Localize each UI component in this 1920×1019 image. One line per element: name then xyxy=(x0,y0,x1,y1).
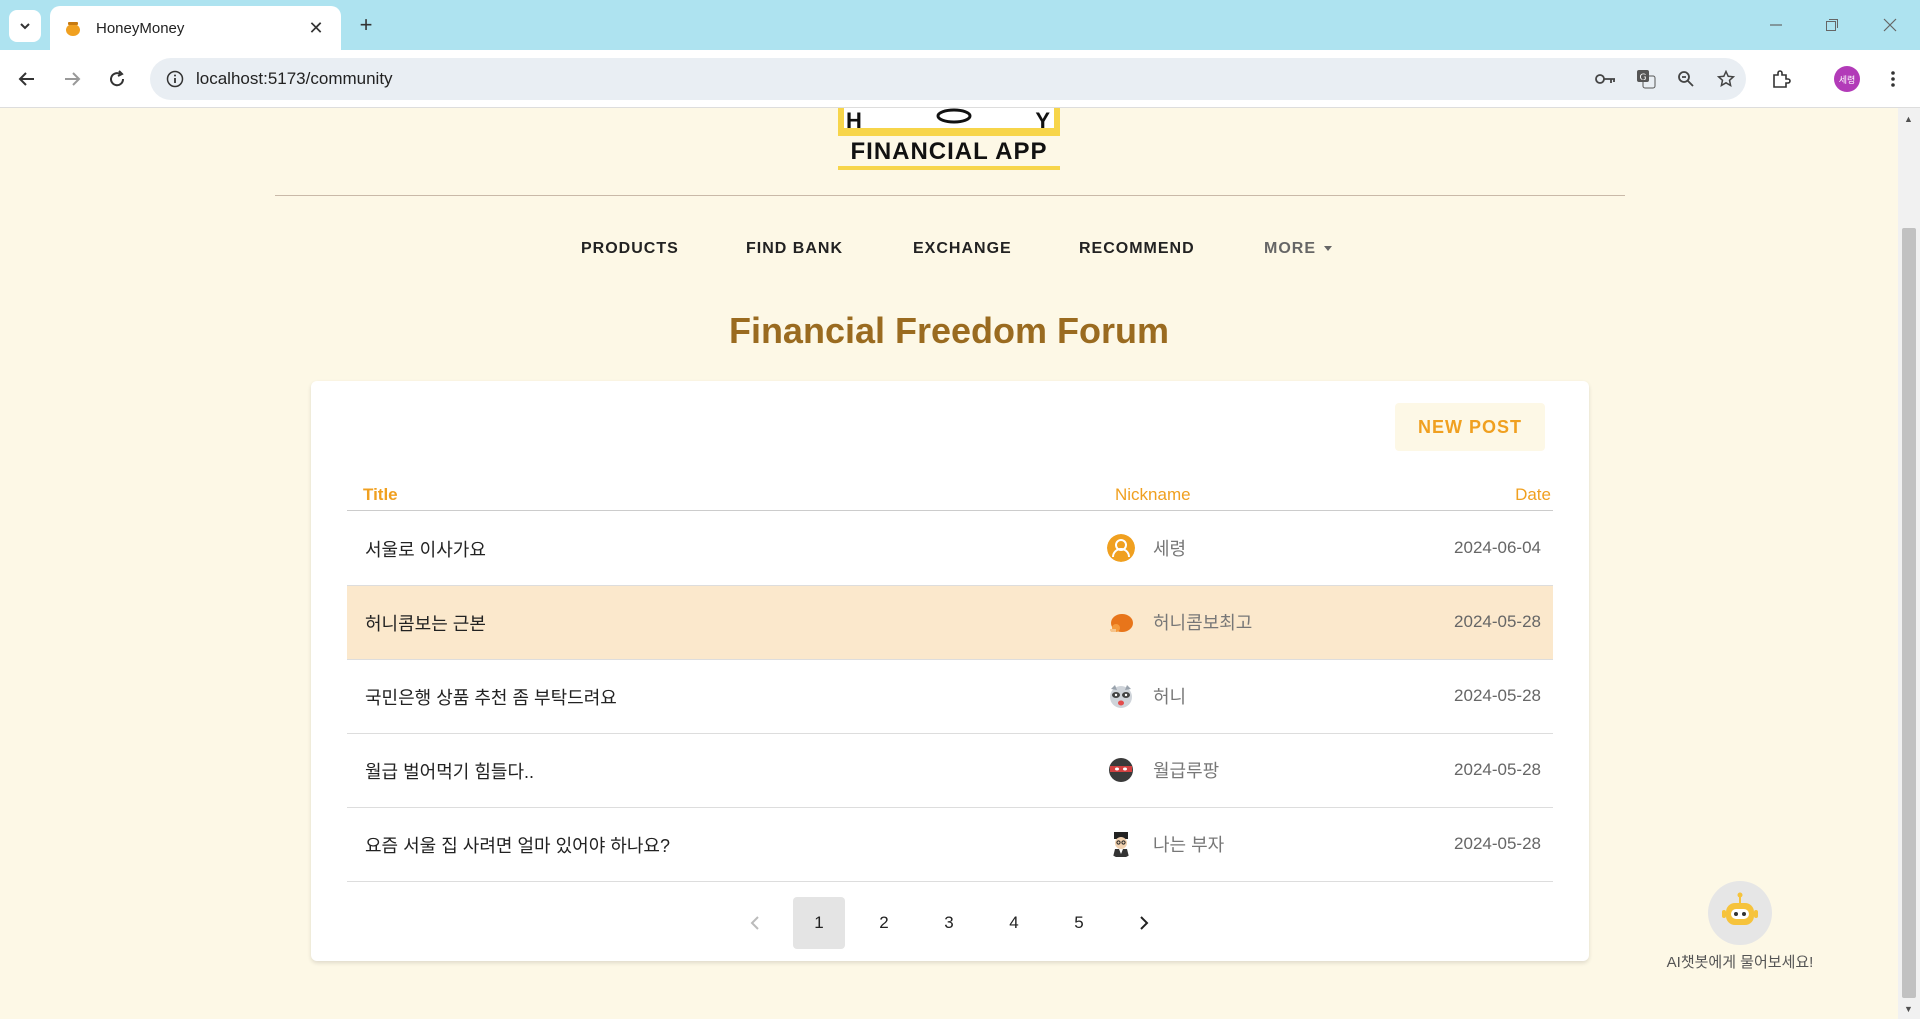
page-title: Financial Freedom Forum xyxy=(728,310,1170,351)
honey-pot-icon xyxy=(66,22,80,36)
new-tab-button[interactable]: + xyxy=(352,12,380,40)
post-title[interactable]: 서울로 이사가요 xyxy=(365,536,486,562)
post-date: 2024-05-28 xyxy=(1454,686,1541,705)
page-button-2[interactable]: 2 xyxy=(858,897,910,949)
chatbot-widget[interactable]: AI챗봇에게 물어보세요! xyxy=(1660,881,1820,972)
post-nickname: 허니콤보최고 xyxy=(1153,613,1253,633)
forum-card: NEW POST Title Nickname Date 서울로 이사가요 세령… xyxy=(311,381,1589,961)
nav-more-label: MORE xyxy=(1264,240,1316,257)
reload-button[interactable] xyxy=(100,62,134,96)
honey-pot-logo-icon xyxy=(936,108,972,124)
browser-toolbar: localhost:5173/community G 세령 xyxy=(0,50,1920,108)
page-button-5[interactable]: 5 xyxy=(1053,897,1105,949)
column-header-nickname[interactable]: Nickname xyxy=(1115,485,1191,505)
chatbot-label: AI챗봇에게 물어보세요! xyxy=(1666,954,1814,971)
main-nav: PRODUCTS FIND BANK EXCHANGE RECOMMEND MO… xyxy=(0,232,1898,272)
robot-icon[interactable] xyxy=(1708,881,1772,945)
column-header-title[interactable]: Title xyxy=(363,485,398,505)
url-text[interactable]: localhost:5173/community xyxy=(196,69,1586,89)
minimize-button[interactable] xyxy=(1756,12,1796,38)
column-header-date[interactable]: Date xyxy=(1515,485,1551,505)
logo-text: FINANCIAL APP xyxy=(838,136,1060,168)
menu-kebab-icon[interactable] xyxy=(1876,62,1910,96)
pagination: 1 2 3 4 5 xyxy=(311,897,1589,949)
post-title[interactable]: 요즘 서울 집 사려면 얼마 있어야 하나요? xyxy=(365,832,670,858)
scrollbar-thumb[interactable] xyxy=(1902,228,1916,998)
avatar: 세령 xyxy=(1834,66,1860,92)
arrow-right-icon xyxy=(65,72,81,86)
header-divider xyxy=(275,195,1625,196)
post-title[interactable]: 국민은행 상품 추천 좀 부탁드려요 xyxy=(365,684,617,710)
forward-button[interactable] xyxy=(55,62,89,96)
prev-page-button[interactable] xyxy=(729,897,781,949)
app-logo[interactable]: H Y FINANCIAL APP xyxy=(838,108,1060,170)
close-icon xyxy=(1883,18,1897,32)
address-bar[interactable]: localhost:5173/community G xyxy=(150,58,1746,100)
page-scrollbar[interactable]: ▲ ▼ xyxy=(1898,108,1920,1019)
tab-title: HoneyMoney xyxy=(96,19,185,37)
post-nickname: 세령 xyxy=(1153,539,1187,559)
password-key-icon[interactable] xyxy=(1586,59,1626,99)
restore-button[interactable] xyxy=(1812,12,1852,38)
profile-button[interactable]: 세령 xyxy=(1830,62,1864,96)
post-date: 2024-05-28 xyxy=(1454,760,1541,779)
extensions-icon[interactable] xyxy=(1764,62,1798,96)
chevron-down-icon xyxy=(20,23,30,30)
close-window-button[interactable] xyxy=(1870,12,1910,38)
back-button[interactable] xyxy=(10,62,44,96)
post-title[interactable]: 월급 벌어먹기 힘들다.. xyxy=(365,758,534,784)
post-date: 2024-06-04 xyxy=(1454,538,1541,557)
table-row[interactable]: 요즘 서울 집 사려면 얼마 있어야 하나요? 나는 부자 2024-05-28 xyxy=(347,808,1553,882)
post-nickname: 허니 xyxy=(1153,687,1187,707)
nav-item-recommend[interactable]: RECOMMEND xyxy=(1079,240,1195,258)
next-page-button[interactable] xyxy=(1118,897,1170,949)
table-header: Title Nickname Date xyxy=(347,481,1553,511)
chevron-right-icon xyxy=(1140,916,1149,930)
scroll-up-icon[interactable]: ▲ xyxy=(1904,114,1913,124)
post-date: 2024-05-28 xyxy=(1454,612,1541,631)
minimize-icon xyxy=(1770,24,1782,26)
table-row[interactable]: 월급 벌어먹기 힘들다.. 월급루팡 2024-05-28 xyxy=(347,734,1553,808)
caret-down-icon xyxy=(1324,246,1332,252)
bookmark-star-icon[interactable] xyxy=(1706,59,1746,99)
post-nickname: 월급루팡 xyxy=(1153,761,1220,781)
chevron-left-icon xyxy=(750,916,759,930)
translate-icon[interactable]: G xyxy=(1626,59,1666,99)
reload-icon xyxy=(110,70,125,87)
logo-letter-left: H xyxy=(846,108,862,133)
nav-item-more[interactable]: MORE xyxy=(1264,240,1332,258)
site-info-icon[interactable] xyxy=(164,68,186,90)
tab-search-button[interactable] xyxy=(9,10,41,42)
arrow-left-icon xyxy=(18,72,34,86)
nav-item-products[interactable]: PRODUCTS xyxy=(581,240,679,258)
ninja-icon xyxy=(1109,758,1133,782)
zoom-icon[interactable] xyxy=(1666,59,1706,99)
table-row[interactable]: 허니콤보는 근본 허니콤보최고 2024-05-28 xyxy=(347,586,1553,660)
page-button-4[interactable]: 4 xyxy=(988,897,1040,949)
page-button-3[interactable]: 3 xyxy=(923,897,975,949)
rich-man-icon xyxy=(1113,832,1129,857)
table-row[interactable]: 서울로 이사가요 세령 2024-06-04 xyxy=(347,512,1553,586)
logo-underline xyxy=(838,166,1060,170)
chicken-icon xyxy=(1110,614,1133,632)
post-nickname: 나는 부자 xyxy=(1153,835,1225,855)
raccoon-icon xyxy=(1110,685,1132,708)
new-post-button[interactable]: NEW POST xyxy=(1395,403,1545,451)
page-button-1[interactable]: 1 xyxy=(793,897,845,949)
close-tab-icon[interactable]: ✕ xyxy=(305,18,327,39)
scroll-down-icon[interactable]: ▼ xyxy=(1904,1004,1913,1014)
user-icon xyxy=(1107,534,1135,562)
page-content: H Y FINANCIAL APP PRODUCTS FIND BANK EXC… xyxy=(0,108,1898,1019)
post-date: 2024-05-28 xyxy=(1454,834,1541,853)
browser-tab-bar: HoneyMoney ✕ + xyxy=(0,0,1920,50)
table-row[interactable]: 국민은행 상품 추천 좀 부탁드려요 허니 2024-05-28 xyxy=(347,660,1553,734)
post-title[interactable]: 허니콤보는 근본 xyxy=(365,610,486,636)
restore-icon xyxy=(1826,19,1838,31)
logo-letter-right: Y xyxy=(1035,108,1050,133)
browser-tab[interactable]: HoneyMoney ✕ xyxy=(50,6,341,50)
nav-item-find-bank[interactable]: FIND BANK xyxy=(746,240,843,258)
nav-item-exchange[interactable]: EXCHANGE xyxy=(913,240,1012,258)
